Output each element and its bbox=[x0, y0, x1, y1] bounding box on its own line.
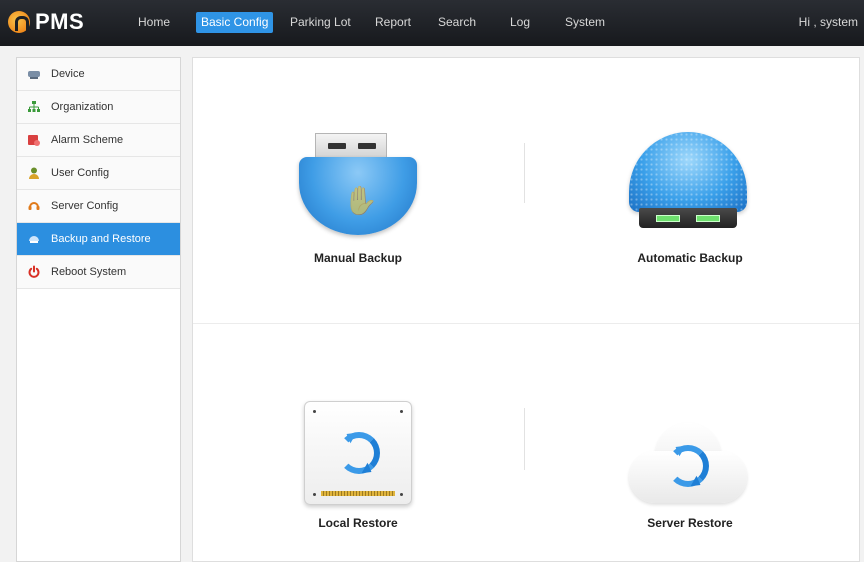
cloud-restore-icon[interactable] bbox=[629, 423, 747, 503]
nav-parking-lot[interactable]: Parking Lot bbox=[285, 12, 356, 33]
sidebar-item-label: Backup and Restore bbox=[51, 233, 151, 245]
sidebar-item-server-config[interactable]: Server Config bbox=[17, 190, 180, 223]
nav-search[interactable]: Search bbox=[433, 12, 481, 33]
automatic-backup-label[interactable]: Automatic Backup bbox=[637, 251, 742, 265]
sidebar-item-label: Reboot System bbox=[51, 266, 127, 278]
sidebar-item-backup-and-restore[interactable]: Backup and Restore bbox=[17, 223, 180, 256]
user-greeting[interactable]: Hi , system bbox=[799, 15, 858, 29]
nav-system[interactable]: System bbox=[560, 12, 610, 33]
sidebar-item-label: Device bbox=[51, 68, 85, 80]
server-restore-label[interactable]: Server Restore bbox=[647, 516, 732, 530]
nav-home[interactable]: Home bbox=[133, 12, 175, 33]
manual-backup-label[interactable]: Manual Backup bbox=[314, 251, 402, 265]
local-restore-label[interactable]: Local Restore bbox=[318, 516, 397, 530]
sidebar-item-label: Server Config bbox=[51, 200, 119, 212]
alarm-icon bbox=[27, 133, 41, 147]
sidebar-item-organization[interactable]: Organization bbox=[17, 91, 180, 124]
divider bbox=[193, 323, 859, 324]
app-logo: PMS bbox=[8, 9, 84, 35]
pms-logo-icon bbox=[8, 11, 30, 33]
organization-icon bbox=[27, 100, 41, 114]
nav-report[interactable]: Report bbox=[370, 12, 416, 33]
power-icon bbox=[27, 265, 41, 279]
sidebar-item-user-config[interactable]: User Config bbox=[17, 157, 180, 190]
sidebar-item-label: User Config bbox=[51, 167, 110, 179]
sidebar: Device Organization Alarm Scheme User Co… bbox=[16, 57, 181, 562]
sidebar-item-alarm-scheme[interactable]: Alarm Scheme bbox=[17, 124, 180, 157]
divider bbox=[524, 408, 525, 470]
refresh-icon bbox=[338, 432, 380, 474]
top-navigation-bar: PMS Home Basic Config Parking Lot Report… bbox=[0, 0, 864, 46]
server-icon bbox=[27, 199, 41, 213]
sidebar-item-label: Alarm Scheme bbox=[51, 134, 124, 146]
nav-basic-config[interactable]: Basic Config bbox=[196, 12, 274, 33]
backup-icon bbox=[27, 232, 41, 246]
sidebar-item-label: Organization bbox=[51, 101, 114, 113]
backup-restore-panel: ✋ Manual Backup Automatic Backup Local R… bbox=[192, 57, 860, 562]
sidebar-item-device[interactable]: Device bbox=[17, 58, 180, 91]
divider bbox=[524, 143, 525, 203]
user-icon bbox=[27, 166, 41, 180]
app-name: PMS bbox=[35, 9, 85, 34]
local-drive-restore-icon[interactable] bbox=[304, 401, 412, 505]
refresh-icon bbox=[667, 445, 709, 487]
nav-log[interactable]: Log bbox=[505, 12, 535, 33]
device-icon bbox=[27, 67, 41, 81]
sidebar-item-reboot-system[interactable]: Reboot System bbox=[17, 256, 180, 289]
